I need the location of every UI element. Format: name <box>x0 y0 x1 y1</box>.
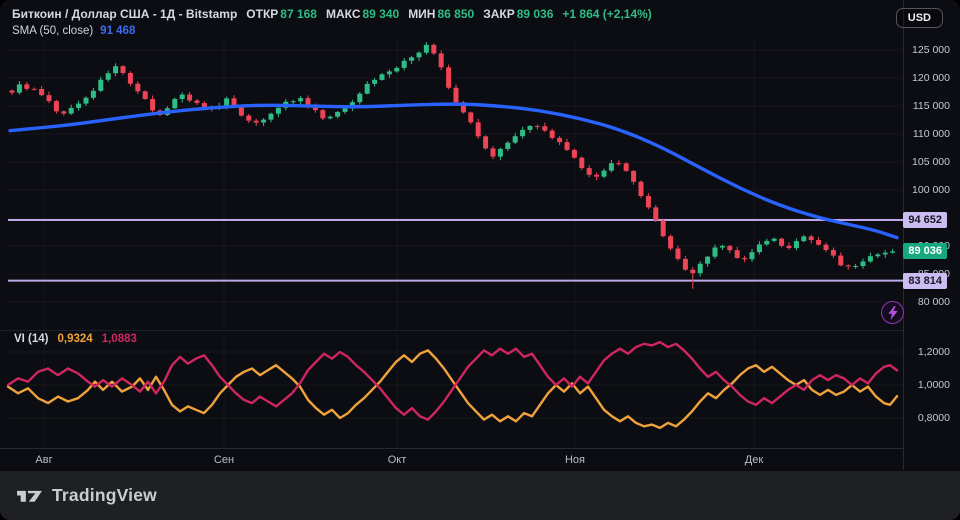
ohlc-open: ОТКР 87 168 <box>246 7 317 21</box>
symbol-title[interactable]: Биткоин / Доллар США - 1Д - Bitstamp <box>12 7 237 21</box>
chart-legend: Биткоин / Доллар США - 1Д - Bitstamp ОТК… <box>12 7 652 37</box>
axis-tick-label: 80 000 <box>918 296 950 308</box>
vi-minus-value: 1,0883 <box>102 333 137 345</box>
axis-tick-label: 125 000 <box>912 44 950 56</box>
footer-bar: TradingView <box>0 470 960 520</box>
axis-tick-label: 105 000 <box>912 156 950 168</box>
lightning-trade-button[interactable] <box>881 301 904 324</box>
time-axis-label: Дек <box>745 454 763 466</box>
axis-tick-label: 0,8000 <box>918 412 950 424</box>
vi-plus-value: 0,9324 <box>58 333 93 345</box>
tradingview-logo-icon[interactable] <box>16 487 43 504</box>
axis-tick-label: 100 000 <box>912 184 950 196</box>
time-axis-label: Ноя <box>565 454 585 466</box>
brand-name: TradingView <box>52 485 157 506</box>
tradingview-chart-window: Биткоин / Доллар США - 1Д - Bitstamp ОТК… <box>0 0 960 520</box>
time-axis-label: Окт <box>388 454 407 466</box>
ohlc-high: МАКС 89 340 <box>326 7 399 21</box>
lightning-icon <box>887 306 899 320</box>
time-axis[interactable]: Авг Сен Окт Ноя Дек <box>0 448 903 471</box>
price-level-badge: 83 814 <box>903 273 947 289</box>
axis-tick-label: 110 000 <box>913 128 950 140</box>
ohlc-close: ЗАКР 89 036 <box>483 7 553 21</box>
pane-divider[interactable] <box>0 330 903 331</box>
price-change: +1 864 (+2,14%) <box>562 7 651 21</box>
vortex-indicator-legend[interactable]: VI (14) 0,9324 1,0883 <box>14 333 137 345</box>
ohlc-low: МИН 86 850 <box>408 7 474 21</box>
price-level-badge: 94 652 <box>903 212 947 228</box>
sma-legend[interactable]: SMA (50, close) 91 468 <box>12 25 652 37</box>
currency-toggle-button[interactable]: USD <box>896 8 943 28</box>
sma-value: 91 468 <box>100 25 135 37</box>
time-axis-label: Авг <box>35 454 52 466</box>
last-price-badge: 89 036 <box>903 243 947 259</box>
axis-tick-label: 1,0000 <box>918 379 950 391</box>
time-axis-label: Сен <box>214 454 234 466</box>
price-chart-canvas[interactable] <box>0 0 960 520</box>
axis-tick-label: 115 000 <box>913 100 950 112</box>
candles-layer <box>10 42 896 289</box>
axis-tick-label: 1,2000 <box>918 346 950 358</box>
axis-tick-label: 120 000 <box>912 72 950 84</box>
price-axis[interactable]: 125 000 120 000 115 000 110 000 105 000 100 0… <box>904 0 960 470</box>
sma-label: SMA (50, close) <box>12 25 93 37</box>
vi-label: VI (14) <box>14 333 49 345</box>
price-level-lines[interactable] <box>8 220 903 281</box>
